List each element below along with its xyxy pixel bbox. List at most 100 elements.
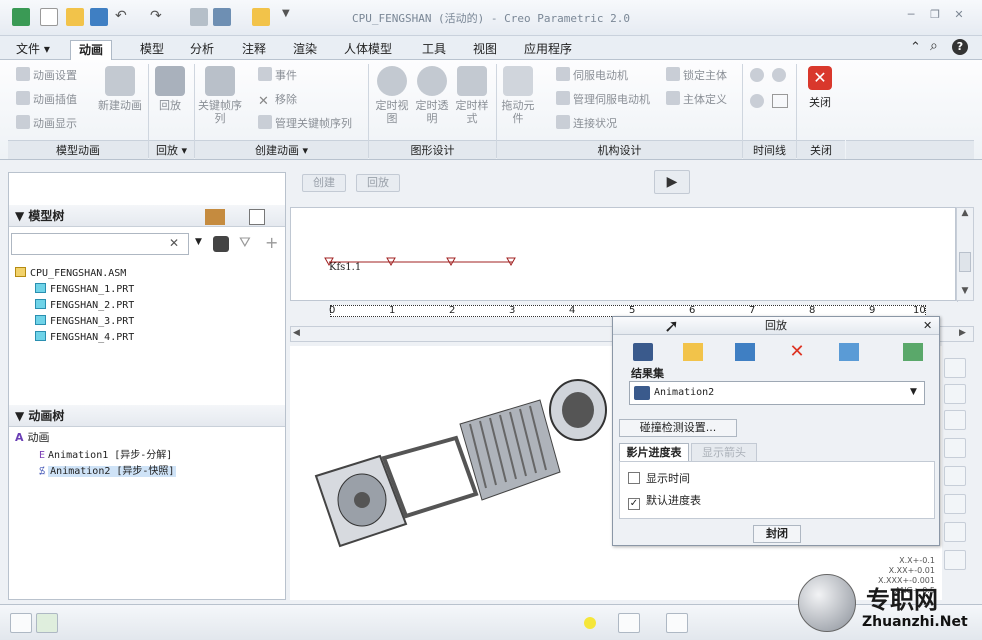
tab-applications[interactable]: 应用程序: [516, 40, 580, 60]
timed-style-button[interactable]: 定时样式: [454, 66, 490, 125]
create-button[interactable]: 创建: [302, 174, 346, 192]
close-window-button[interactable]: ✕: [952, 9, 966, 21]
anim-settings-button[interactable]: 动画设置: [16, 67, 77, 83]
save-icon[interactable]: [735, 343, 755, 361]
collapse-ribbon-icon[interactable]: ⌃: [910, 40, 921, 55]
tab-analysis[interactable]: 分析: [182, 40, 222, 60]
tree-item-asm[interactable]: CPU_FENGSHAN.ASM: [15, 267, 126, 279]
playback-ribbon-button[interactable]: 回放: [152, 66, 188, 112]
tree-item-part[interactable]: FENGSHAN_3.PRT: [35, 315, 134, 327]
tab-movie-schedule[interactable]: 影片进度表: [619, 443, 689, 461]
scroll-left-icon[interactable]: ◀: [293, 328, 300, 338]
tab-show-arrows[interactable]: 显示箭头: [691, 443, 757, 461]
connection-status-button[interactable]: 连接状况: [556, 115, 617, 131]
minimize-button[interactable]: ─: [904, 9, 918, 21]
window-title: CPU_FENGSHAN (活动的) - Creo Parametric 2.0: [351, 12, 631, 25]
tab-tools[interactable]: 工具: [414, 40, 454, 60]
scroll-up-icon[interactable]: ▲: [957, 208, 973, 218]
group-label-playback[interactable]: 回放 ▾: [149, 140, 194, 159]
result-set-select[interactable]: Animation2 ▼: [629, 381, 925, 405]
manage-servo-button[interactable]: 管理伺服电动机: [556, 91, 650, 107]
time-window-icon[interactable]: [772, 94, 788, 108]
show-navigator-icon[interactable]: [10, 613, 32, 633]
tab-animation[interactable]: 动画: [70, 40, 113, 60]
find-icon[interactable]: [618, 613, 640, 633]
anim-display-button[interactable]: 动画显示: [16, 115, 77, 131]
clear-search-icon[interactable]: ✕: [169, 236, 179, 250]
zoom-in-time-icon[interactable]: [750, 68, 764, 82]
refit-time-icon[interactable]: [750, 94, 764, 108]
playback-toolbar-button[interactable]: 回放: [356, 174, 400, 192]
ruler-tick: 2: [449, 305, 456, 316]
left-panel: ▼ 模型树 ✕ ▼ ⛛ + CPU_FENGSHAN.ASM FENGSHAN_…: [8, 172, 286, 600]
servo-motor-button[interactable]: 伺服电动机: [556, 67, 628, 83]
selection-filter-icon[interactable]: [666, 613, 688, 633]
tree-item-part[interactable]: FENGSHAN_1.PRT: [35, 283, 134, 295]
tab-view[interactable]: 视图: [465, 40, 505, 60]
tab-manikin[interactable]: 人体模型: [336, 40, 400, 60]
tab-annotate[interactable]: 注释: [234, 40, 274, 60]
help-icon[interactable]: ?: [952, 39, 968, 55]
keyframe-sequence-button[interactable]: 关键帧序列: [198, 66, 242, 125]
collision-settings-button[interactable]: 碰撞检测设置...: [619, 419, 737, 437]
binoculars-icon[interactable]: [213, 236, 229, 252]
zoom-in-icon[interactable]: [944, 384, 966, 404]
group-label-create-anim[interactable]: 创建动画 ▾: [195, 140, 368, 159]
new-animation-button[interactable]: 新建动画: [98, 66, 142, 112]
tree-item-part[interactable]: FENGSHAN_2.PRT: [35, 299, 134, 311]
search-dropdown-icon[interactable]: ▼: [195, 237, 202, 247]
anim-tree-root[interactable]: A 动画: [15, 429, 50, 445]
add-icon[interactable]: +: [265, 233, 278, 252]
playback-icon[interactable]: [633, 343, 653, 361]
anim-tree-header[interactable]: ▼ 动画树: [9, 405, 285, 427]
search-icon[interactable]: ⌕: [930, 38, 938, 54]
open-icon[interactable]: [683, 343, 703, 361]
play-button[interactable]: ▶: [654, 170, 690, 194]
create-movie-icon[interactable]: [903, 343, 923, 361]
model-tree-header[interactable]: ▼ 模型树: [9, 205, 285, 227]
timed-transparency-button[interactable]: 定时透明: [414, 66, 450, 125]
default-schedule-checkbox[interactable]: ✓ 默认进度表: [628, 492, 701, 510]
scroll-thumb[interactable]: [959, 252, 971, 272]
annotation-display-icon[interactable]: [944, 550, 966, 570]
export-icon[interactable]: [839, 343, 859, 361]
ruler-tick: 8: [809, 305, 816, 316]
repaint-icon[interactable]: [944, 438, 966, 458]
dialog-title-bar[interactable]: 回放: [613, 317, 939, 335]
anim-tree-item-selected[interactable]: Ꟍ Animation2 [异步-快照]: [39, 462, 177, 477]
refit-icon[interactable]: [944, 358, 966, 378]
saved-views-icon[interactable]: [944, 466, 966, 486]
dialog-close-icon[interactable]: ✕: [923, 319, 932, 332]
view-manager-icon[interactable]: [944, 522, 966, 542]
tree-item-part[interactable]: FENGSHAN_4.PRT: [35, 331, 134, 343]
delete-icon[interactable]: ✕: [787, 343, 807, 361]
remove-button[interactable]: ✕ 移除: [258, 91, 297, 109]
zoom-out-icon[interactable]: [944, 410, 966, 430]
event-button[interactable]: 事件: [258, 67, 297, 83]
show-columns-icon[interactable]: [249, 209, 265, 225]
manage-keyframe-button[interactable]: 管理关键帧序列: [258, 115, 352, 131]
browser-icon[interactable]: [36, 613, 58, 633]
timed-view-button[interactable]: 定时视图: [374, 66, 410, 125]
tab-file[interactable]: 文件 ▾: [8, 40, 58, 60]
dialog-close-button[interactable]: 封闭: [753, 525, 801, 543]
body-definition-button[interactable]: 主体定义: [666, 91, 727, 107]
scroll-down-icon[interactable]: ▼: [957, 286, 973, 296]
zoom-out-time-icon[interactable]: [772, 68, 786, 82]
tab-render[interactable]: 渲染: [285, 40, 325, 60]
anim-interpolation-button[interactable]: 动画插值: [16, 91, 77, 107]
restore-button[interactable]: ❐: [928, 9, 942, 21]
filter-icon[interactable]: ⛛: [239, 235, 251, 251]
tree-settings-icon[interactable]: [205, 209, 225, 225]
scroll-right-icon[interactable]: ▶: [959, 328, 966, 338]
timeline-vertical-scrollbar[interactable]: ▲ ▼: [956, 207, 974, 301]
drag-components-button[interactable]: 拖动元件: [500, 66, 536, 125]
anim-tree-item[interactable]: Ε Animation1 [异步-分解]: [39, 446, 172, 461]
connection-icon: [556, 115, 570, 129]
close-animation-button[interactable]: ✕ 关闭: [802, 66, 838, 109]
tree-search-input[interactable]: [11, 233, 189, 255]
display-style-icon[interactable]: [944, 494, 966, 514]
lock-body-button[interactable]: 锁定主体: [666, 67, 727, 83]
tab-model[interactable]: 模型: [132, 40, 172, 60]
show-time-checkbox[interactable]: 显示时间: [628, 470, 690, 486]
